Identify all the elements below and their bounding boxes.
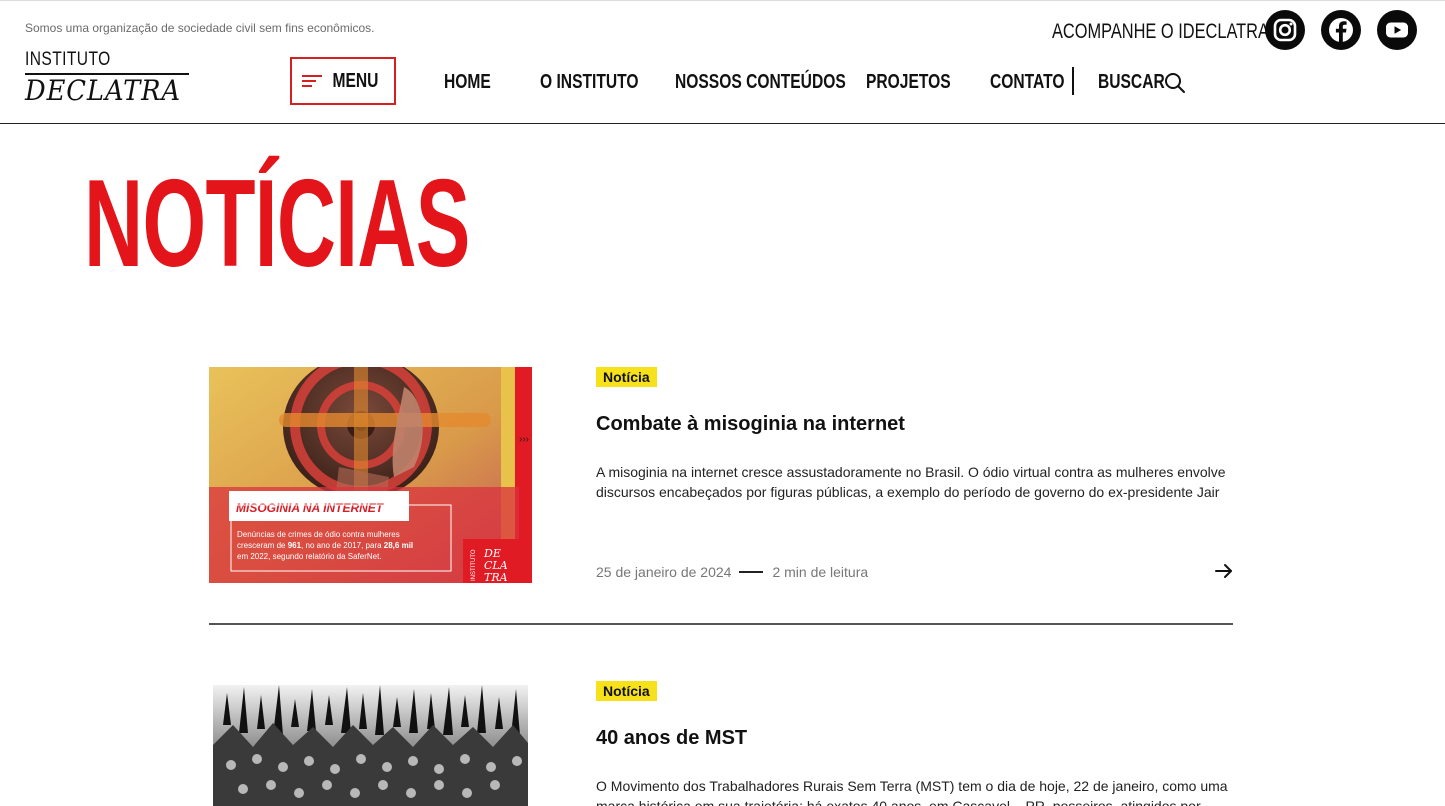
site-tagline: Somos uma organização de sociedade civil… (25, 21, 375, 35)
page-title: NOTÍCIAS (84, 155, 470, 293)
nav-item-home[interactable]: HOME (444, 67, 504, 97)
nav-item-label: O INSTITUTO (540, 71, 639, 93)
article-excerpt: A misoginia na internet cresce assustado… (596, 464, 1226, 500)
menu-button-label: MENU (332, 69, 378, 92)
nav-item-label: HOME (444, 71, 491, 93)
nav-separator (1072, 67, 1074, 95)
site-header: Somos uma organização de sociedade civil… (0, 0, 1445, 124)
site-logo[interactable]: INSTITUTO DECLATRA (25, 49, 190, 111)
article-excerpt: O Movimento dos Trabalhadores Rurais Sem… (596, 778, 1228, 806)
article-thumbnail[interactable]: ››› MISOGINIA NA INTERNET Denúncias de c… (209, 367, 532, 583)
menu-button[interactable]: MENU (290, 57, 396, 105)
article-title[interactable]: 40 anos de MST (596, 727, 747, 750)
youtube-icon[interactable] (1377, 10, 1417, 50)
facebook-icon[interactable] (1321, 10, 1361, 50)
search-icon[interactable] (1164, 72, 1186, 94)
logo-top-text: INSTITUTO (25, 49, 111, 70)
svg-text:TRA: TRA (484, 571, 508, 583)
nav-item-label: CONTATO (990, 71, 1065, 93)
article-card[interactable]: Notícia 40 anos de MST O Movimento dos T… (209, 681, 1233, 806)
article-divider (209, 623, 1233, 625)
search-label: BUSCAR (1098, 71, 1165, 93)
svg-text:INSTITUTO: INSTITUTO (471, 549, 477, 581)
nav-item-o-instituto[interactable]: O INSTITUTO (540, 67, 666, 97)
poster-caption-line3: em 2022, segundo relatório da SaferNet. (237, 552, 382, 561)
instagram-icon[interactable] (1265, 10, 1305, 50)
category-tag[interactable]: Notícia (596, 367, 657, 387)
category-tag[interactable]: Notícia (596, 681, 657, 701)
nav-item-label: NOSSOS CONTEÚDOS (675, 71, 846, 93)
article-thumbnail[interactable] (213, 685, 528, 806)
nav-item-projetos[interactable]: PROJETOS (866, 67, 975, 97)
svg-text:›››: ››› (519, 434, 529, 445)
mst-crowd-image (213, 685, 528, 806)
article-read-time: 2 min de leitura (772, 564, 869, 580)
article-card[interactable]: ››› MISOGINIA NA INTERNET Denúncias de c… (209, 367, 1233, 587)
article-date: 25 de janeiro de 2024 (596, 564, 732, 580)
arrow-right-icon[interactable] (1214, 561, 1234, 581)
logo-bottom-text: DECLATRA (25, 74, 182, 107)
poster-headline: MISOGINIA NA INTERNET (236, 501, 385, 515)
misogyny-poster-image: ››› MISOGINIA NA INTERNET Denúncias de c… (209, 367, 532, 583)
nav-item-label: PROJETOS (866, 71, 951, 93)
poster-caption-line1: Denúncias de crimes de ódio contra mulhe… (237, 530, 400, 539)
page: Somos uma organização de sociedade civil… (0, 0, 1445, 806)
article-meta: 25 de janeiro de 2024 2 min de leitura (596, 564, 868, 580)
hamburger-icon (301, 74, 322, 88)
meta-dash (739, 571, 764, 573)
svg-text:cresceram de 961, no ano de 20: cresceram de 961, no ano de 2017, para 2… (237, 541, 413, 550)
nav-item-nossos-conteudos[interactable]: NOSSOS CONTEÚDOS (675, 67, 894, 97)
article-title[interactable]: Combate à misoginia na internet (596, 413, 905, 436)
